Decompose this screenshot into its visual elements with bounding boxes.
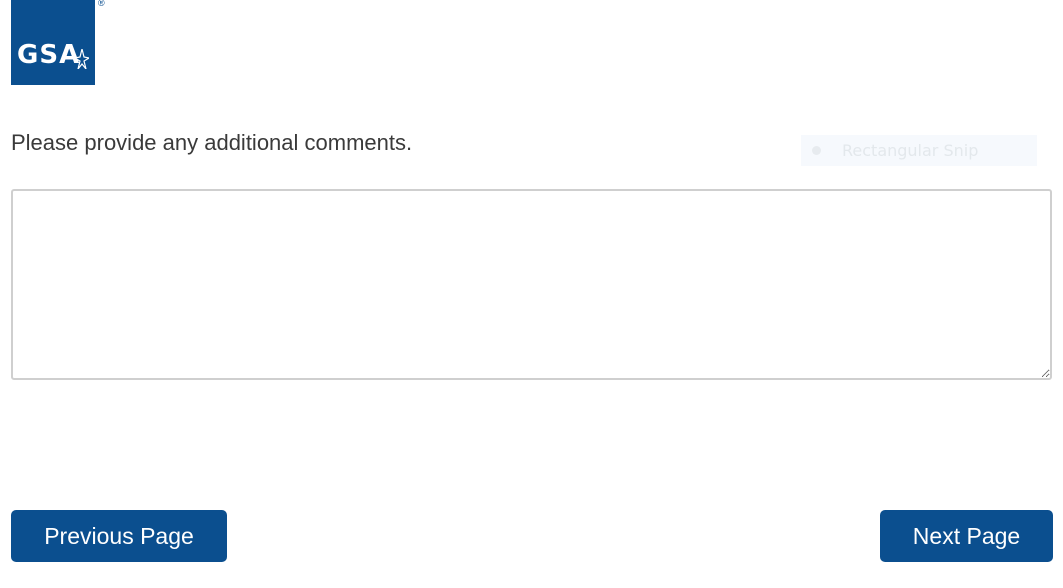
snip-dot-icon xyxy=(812,146,821,155)
next-page-button[interactable]: Next Page xyxy=(880,510,1053,562)
question-label: Please provide any additional comments. xyxy=(11,130,413,155)
survey-page: GSA ® Please provide any additional comm… xyxy=(0,0,1063,588)
previous-page-button[interactable]: Previous Page xyxy=(11,510,227,562)
rectangular-snip-overlay[interactable]: Rectangular Snip xyxy=(801,135,1037,166)
snip-label: Rectangular Snip xyxy=(842,141,979,160)
registered-mark: ® xyxy=(98,0,105,8)
star-icon xyxy=(75,49,89,69)
comments-textarea[interactable] xyxy=(11,189,1052,380)
gsa-logo: GSA xyxy=(11,0,95,85)
logo-text: GSA xyxy=(17,40,81,70)
